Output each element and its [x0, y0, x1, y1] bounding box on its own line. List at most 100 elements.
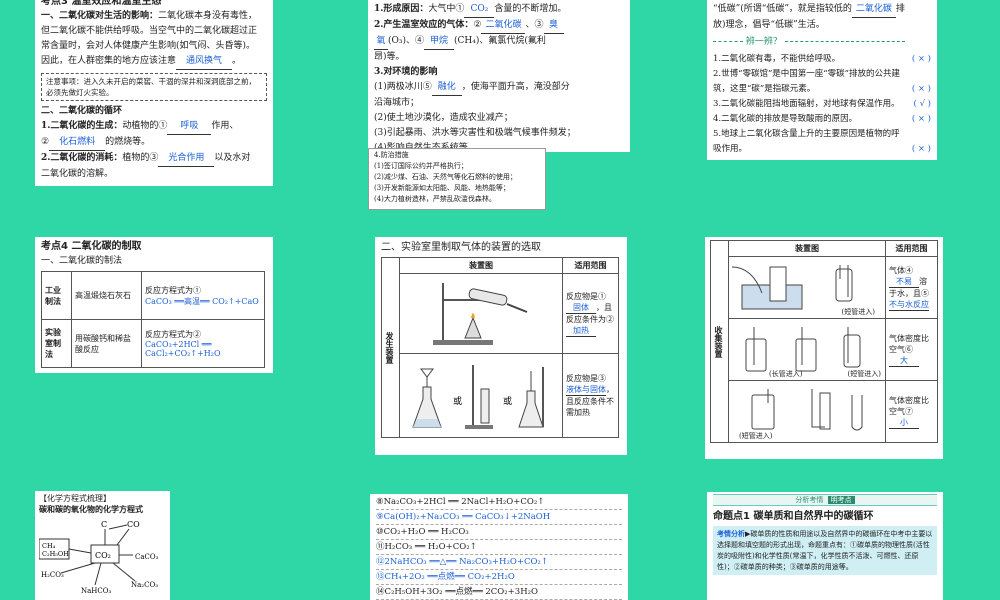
measures-title: 4.防治措施: [374, 151, 409, 159]
water-displacement-icon: [731, 264, 853, 309]
judge-item: 1.二氧化碳有毒，不能供给呼吸。 ( × ): [713, 52, 931, 67]
banner-tag: 分析考情: [795, 496, 824, 504]
freon-text: 昂)等。: [374, 52, 405, 62]
answer-lighter: 小: [889, 417, 919, 429]
impact-1c: 沿海城市；: [374, 98, 420, 108]
co2-consumption-text-3: 二氧化碳的溶解。: [41, 169, 114, 179]
slide-1-l3: 常含量时，会对人体健康产生影响(如气闷、头昏等)。: [41, 41, 256, 51]
node-nahco3: NaHCO₃: [81, 587, 111, 595]
judge-item-text: 2.世博“零碳馆”是中国第一座“零碳”排放的公共建: [713, 69, 900, 79]
answer-ventilation: 通风换气: [176, 54, 233, 70]
judge-item: 2.世博“零碳馆”是中国第一座“零碳”排放的公共建: [713, 67, 931, 82]
slide-1[interactable]: 考点3 温室效应和温室生态 一、二氧化碳对生活的影响：二氧化碳本身没有毒性， 但…: [0, 0, 333, 210]
low-carbon-1b: 排: [895, 4, 905, 14]
judge-item-text: 筑，这里“碳”是指碳元素。: [713, 84, 816, 94]
circle-3: 、③: [525, 20, 544, 30]
answer-no-reaction: 不与水反应: [889, 299, 929, 311]
node-ethanol: C₂H₅OH: [42, 550, 69, 558]
slide-9[interactable]: 分析考情 明考点 命题点1 碳单质和自然界中的碳循环 考情分析▶碳单质的性质和用…: [667, 464, 1000, 600]
cause-text: 大气中①: [428, 4, 465, 14]
answer-ozone-1: 臭: [543, 18, 564, 34]
judge-title: 辨一辨？: [745, 37, 782, 47]
answer-industrial-eq: CaCO₃ ══高温══ CO₂↑+CaO: [145, 296, 259, 306]
circle-2c: ②: [606, 314, 614, 324]
judge-item-mark: ( × ): [911, 84, 931, 94]
ozone-formula: (O₃)、④: [388, 36, 425, 46]
judge-item: 吸作用。 ( × ): [713, 142, 931, 157]
slide-grid: 考点3 温室效应和温室生态 一、二氧化碳对生活的影响：二氧化碳本身没有毒性， 但…: [0, 0, 1000, 600]
proposition-title: 命题点1 碳单质和自然界中的碳循环: [713, 511, 874, 522]
analysis-box: 考情分析▶碳单质的性质和用途以及自然界中的碳循环在中考中主要以选择题和填空题的形…: [713, 526, 937, 575]
measure-1: (1)签订国际公约并严格执行；: [374, 162, 468, 170]
slide-6[interactable]: 收集装置 装置图 适用范围 (短管进入) 气体④不易 溶于水，且⑤不与水反应 (…: [667, 212, 1000, 462]
generation-table: 发生装置 装置图 适用范围 反应物是①固体 ，且反应条件为②加热 或 或 反应物…: [381, 257, 619, 438]
method-subtitle: 一、二氧化碳的制法: [41, 256, 123, 266]
impact-1a: (1)两极冰川⑤: [374, 82, 432, 92]
answer-solid: 固体: [566, 302, 596, 314]
slide-7[interactable]: 【化学方程式梳理】 碳和碳的氧化物的化学方程式 C CO CO₂ CaCO₃ C…: [0, 464, 333, 600]
answer-liquid-solid: 液体与固体: [566, 385, 606, 396]
equation-row: ⑨Ca(OH)₂+Na₂CO₃ ══ CaCO₃↓+2NaOH: [376, 510, 622, 525]
col-apparatus-2: 装置图: [728, 240, 886, 257]
slide-5[interactable]: 二、实验室里制取气体的装置的选取 发生装置 装置图 适用范围 反应物是①固体 ，…: [335, 212, 665, 462]
impact-2: (2)使土地沙漠化，造成农业减产；: [374, 113, 513, 123]
section-co2-cycle: 二、二氧化碳的循环: [41, 106, 123, 116]
low-carbon-1a: “低碳”(所谓“低碳”，就是指较低的: [713, 4, 852, 14]
node-co2: CO₂: [95, 551, 111, 560]
equation-list: ⑧Na₂CO₃+2HCl ══ 2NaCl+H₂O+CO₂↑ ⑨Ca(OH)₂+N…: [376, 495, 622, 600]
circle-1: ①: [598, 291, 606, 301]
slide-1-l1a: 一、二氧化碳对生活的影响：: [41, 11, 159, 21]
measure-2: (2)减少煤、石油、天然气等化石燃料的使用；: [374, 173, 517, 181]
cause-label: 1.形成原因：: [374, 4, 429, 14]
analysis-banner: 分析考情 明考点: [713, 494, 937, 506]
col-scope: 适用范围: [562, 257, 619, 274]
section-co2-preparation: 考点4 二氧化碳的制取: [41, 241, 142, 252]
judge-item-text: 4.二氧化碳的排放是导致酸雨的原因。: [713, 114, 858, 124]
scope-2a: 反应物是: [566, 374, 598, 383]
judge-item-text: 吸作用。: [713, 144, 748, 154]
scope-1a: 反应物是: [566, 291, 598, 301]
slide-3[interactable]: “低碳”(所谓“低碳”，就是指较低的 二氧化碳排 放)理念，倡导“低碳”生活。 辨…: [667, 0, 1000, 210]
methane-formula: (CH₄)、氟氯代烷(氟利: [454, 36, 546, 46]
measure-4: (4)大力植树造林，严禁乱砍滥伐森林。: [374, 195, 496, 203]
no-heat-apparatus-cell: 或 或: [399, 353, 563, 438]
answer-ozone-2: 氧: [374, 34, 388, 50]
answer-melt: 融化: [431, 80, 462, 96]
liquid-solid-apparatus-icon: 或 或: [412, 364, 544, 429]
answer-lab-eq: CaCO₃+2HCl ══ CaCl₂+CO₂↑+H₂O: [145, 340, 221, 358]
collection-side: 收集装置: [710, 240, 729, 443]
slide-1-l4a: 因此，在人群密集的地方应该注意: [41, 56, 177, 66]
lab-label: 实验室制法: [41, 319, 72, 368]
node-caco3: CaCO₃: [135, 553, 159, 561]
caption-short-3: (短管进入): [739, 432, 773, 440]
judge-item: 筑，这里“碳”是指碳元素。 ( × ): [713, 82, 931, 97]
judge-item-mark: ( × ): [911, 144, 931, 154]
slide-8[interactable]: ⑧Na₂CO₃+2HCl ══ 2NaCl+H₂O+CO₂↑ ⑨Ca(OH)₂+N…: [335, 464, 665, 600]
or-label-1: 或: [453, 395, 462, 407]
heating-apparatus-cell: [399, 273, 563, 354]
measures-box: 4.防治措施 (1)签订国际公约并严格执行； (2)减少煤、石油、天然气等化石燃…: [368, 148, 546, 210]
cause-text-2: 含量的不断增加。: [494, 4, 567, 14]
collect-1a: 气体④: [889, 265, 913, 275]
solid-heating-apparatus-icon: [433, 282, 528, 345]
slide-7-panel: 【化学方程式梳理】 碳和碳的氧化物的化学方程式 C CO CO₂ CaCO₃ C…: [35, 491, 170, 600]
caption-short-1: (短管进入): [841, 308, 875, 316]
answer-heating: 加热: [566, 325, 596, 337]
slide-4[interactable]: 考点4 二氧化碳的制取 一、二氧化碳的制法 工业制法 高温煅烧石灰石 反应方程式…: [0, 212, 333, 462]
carbon-relation-diagram: C CO CO₂ CaCO₃ CH₄ C₂H₅OH H₂CO₃ NaHCO₃ N…: [38, 520, 159, 595]
equation-row: ⑬CH₄+2O₂ ══点燃══ CO₂+2H₂O: [376, 570, 622, 585]
slide-3-panel: “低碳”(所谓“低碳”，就是指较低的 二氧化碳排 放)理念，倡导“低碳”生活。 辨…: [707, 0, 937, 160]
equations-subtitle: 碳和碳的氧化物的化学方程式: [39, 504, 143, 514]
equation-row: ⑪H₂CO₃ ══ H₂O+CO₂↑: [376, 540, 622, 555]
slide-9-panel: 分析考情 明考点 命题点1 碳单质和自然界中的碳循环 考情分析▶碳单质的性质和用…: [707, 492, 943, 600]
industrial-method: 高温煅烧石灰石: [71, 271, 142, 320]
answer-respiration: 呼吸: [167, 119, 212, 135]
slide-1-panel: 考点3 温室效应和温室生态 一、二氧化碳对生活的影响：二氧化碳本身没有毒性， 但…: [35, 0, 273, 186]
slide-2[interactable]: 1.形成原因：大气中① CO₂ 含量的不断增加。 2.产生温室效应的气体：② 二氧化碳…: [335, 0, 665, 210]
judge-item: 5.地球上二氧化碳含量上升的主要原因是植物的呼: [713, 127, 931, 142]
judge-item-text: 3.二氧化碳能阻挡地面辐射，对地球有保温作用。: [713, 99, 900, 109]
answer-methane: 甲烷: [424, 34, 455, 50]
apparatus-title: 二、实验室里制取气体的装置的选取: [381, 242, 541, 253]
measure-3: (3)开发新能源如太阳能、风能、地热能等；: [374, 184, 510, 192]
impact-label: 3.对环境的影响: [374, 67, 438, 77]
